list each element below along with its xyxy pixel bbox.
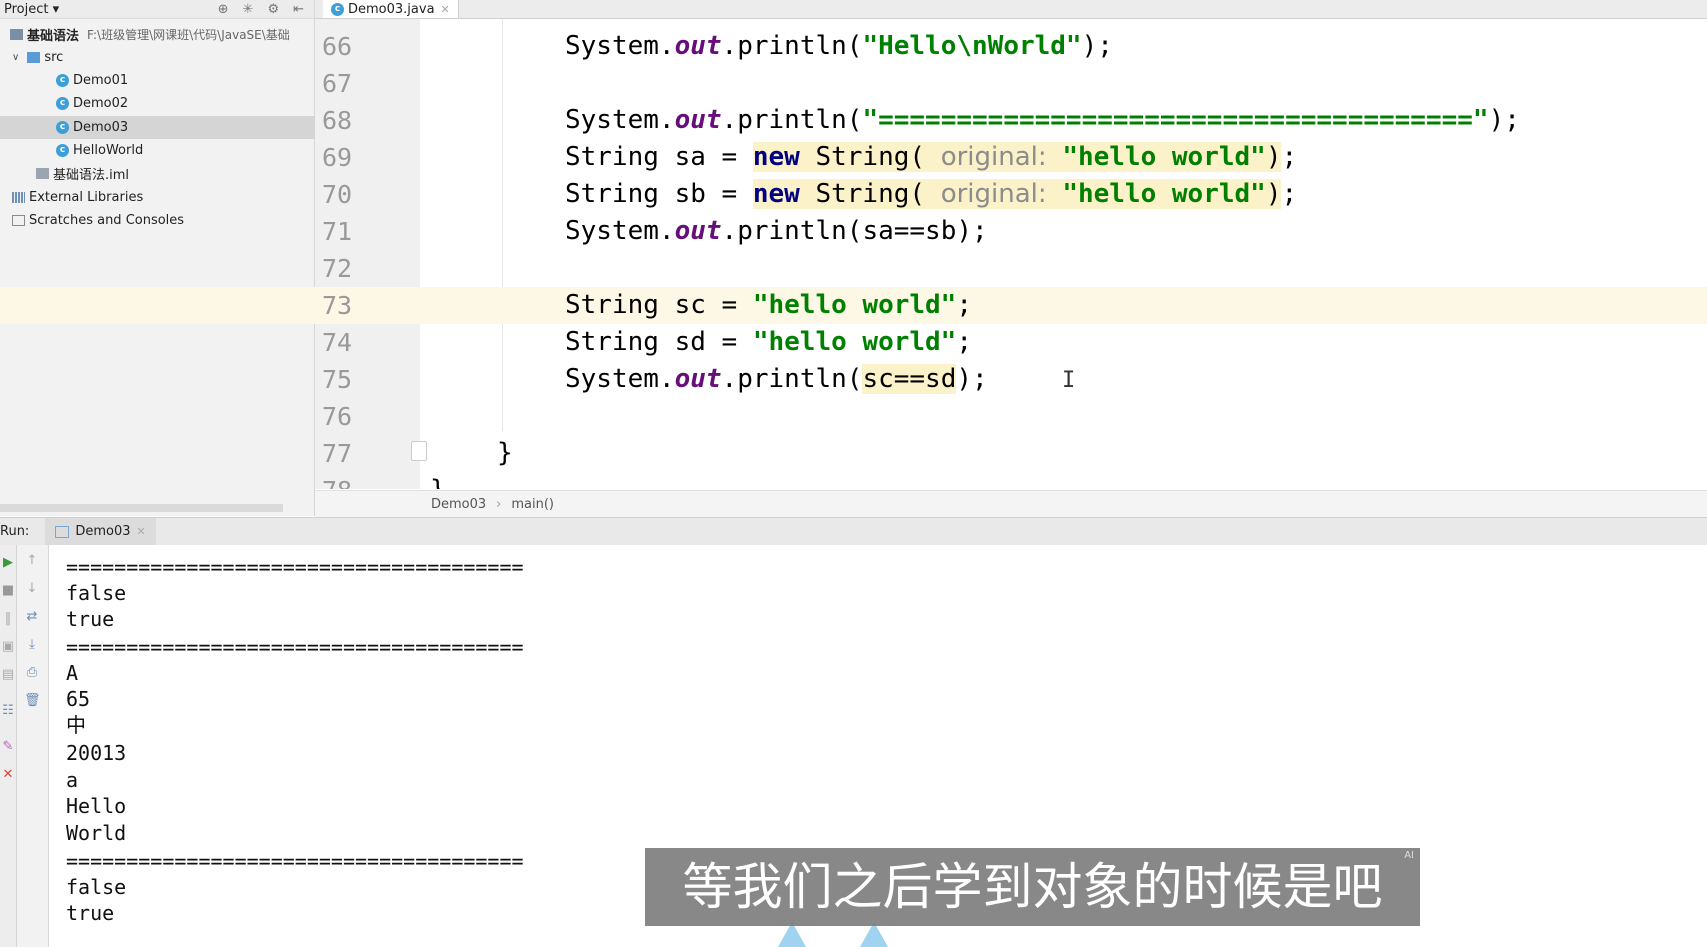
code-line: 70 String sb = new String( original: "he… (0, 176, 1707, 213)
gear-icon[interactable]: ⚙ (267, 2, 279, 17)
rerun-icon[interactable]: ▶ (0, 555, 16, 571)
close-run-icon[interactable]: ✕ (0, 767, 16, 783)
editor-tab-bar: c Demo03.java ✕ (315, 0, 1707, 19)
line-number: 74 (322, 328, 353, 357)
dump-icon[interactable]: ▣ (0, 639, 16, 655)
line-number: 75 (322, 365, 353, 394)
line-number: 73 (322, 291, 353, 320)
run-config-icon (55, 525, 70, 538)
console-line: a (66, 768, 79, 792)
java-class-icon: c (331, 2, 344, 16)
project-dropdown[interactable]: Project ▾ (4, 2, 59, 17)
console-line: Hello (66, 794, 127, 818)
code-line: 77 } (0, 435, 1707, 472)
pause-icon[interactable]: ‖ (0, 611, 16, 627)
code-line: 68 System.out.println("=================… (0, 102, 1707, 139)
code-line: 66 System.out.println("Hello\nWorld"); (0, 28, 1707, 65)
run-tool-window-header: Run: Demo03 ✕ (0, 517, 1707, 546)
line-number: 71 (322, 217, 353, 246)
code-line: 76 (0, 398, 1707, 435)
run-toolbar-primary: ▶ ■ ‖ ▣ ▤ ☷ ✎ ✕ (0, 545, 17, 947)
console-line: ====================================== (66, 635, 524, 659)
console-line: 中 (66, 713, 86, 737)
code-text: System.out.println(sc==sd); (565, 364, 988, 394)
trash-icon[interactable]: 🗑 (24, 693, 41, 709)
code-text: System.out.println("Hello\nWorld"); (565, 31, 1113, 61)
breadcrumb-method[interactable]: main() (511, 497, 554, 512)
project-horizontal-scrollbar[interactable] (0, 504, 283, 512)
run-label: Run: (0, 524, 30, 539)
console-line: false (66, 875, 127, 899)
code-line: 72 (0, 250, 1707, 287)
run-tab-demo03[interactable]: Demo03 ✕ (45, 518, 156, 545)
line-number: 67 (322, 69, 353, 98)
parameter-hint: original: (940, 179, 1047, 209)
video-subtitle: 等我们之后学到对象的时候是吧 AI (645, 848, 1420, 926)
collapse-icon[interactable]: ✳ (243, 2, 254, 17)
console-line: ====================================== (66, 849, 524, 873)
line-number: 68 (322, 106, 353, 135)
code-line: 75 System.out.println(sc==sd); (0, 361, 1707, 398)
line-number: 69 (322, 143, 353, 172)
locate-icon[interactable]: ⊕ (218, 2, 229, 17)
console-line: A (66, 661, 79, 685)
editor-tab-demo03[interactable]: c Demo03.java ✕ (323, 0, 459, 18)
code-line: 71 System.out.println(sa==sb); (0, 213, 1707, 250)
soft-wrap-icon[interactable]: ⇄ (24, 609, 40, 625)
up-arrow-icon[interactable]: ↑ (24, 553, 40, 569)
code-line: 78 } (0, 472, 1707, 489)
code-text: } (430, 472, 446, 489)
pin-icon[interactable]: ✎ (0, 739, 16, 755)
line-number: 66 (322, 32, 353, 61)
code-line: 74 String sd = "hello world"; (0, 324, 1707, 361)
code-text: String sa = new String( original: "hello… (565, 142, 1298, 172)
layout-icon[interactable]: ▤ (0, 667, 16, 683)
close-icon[interactable]: ✕ (441, 3, 450, 16)
code-text: String sd = "hello world"; (565, 327, 972, 357)
ai-watermark: AI (1404, 850, 1414, 861)
stop-icon[interactable]: ■ (0, 583, 16, 599)
fold-marker-icon[interactable] (411, 441, 427, 461)
console-line: 20013 (66, 741, 127, 765)
console-line: 65 (66, 687, 91, 711)
code-line: 69 String sa = new String( original: "he… (0, 139, 1707, 176)
close-icon[interactable]: ✕ (136, 525, 145, 538)
project-panel-header: Project ▾ ⊕ ✳ ⚙ ⇤ (0, 0, 314, 19)
code-text: System.out.println(sa==sb); (565, 216, 988, 246)
breadcrumb: Demo03 › main() (315, 490, 1707, 517)
console-line: true (66, 901, 115, 925)
console-line: false (66, 581, 127, 605)
line-number: 77 (322, 439, 353, 468)
settings-icon[interactable]: ☷ (0, 703, 16, 719)
code-line: 67 (0, 65, 1707, 102)
line-number: 72 (322, 254, 353, 283)
breadcrumb-separator: › (496, 496, 502, 512)
code-text: String sb = new String( original: "hello… (565, 179, 1298, 209)
scroll-to-end-icon[interactable]: ⤓ (24, 637, 40, 653)
code-text: } (497, 438, 513, 468)
line-number: 76 (322, 402, 353, 431)
print-icon[interactable]: ⎙ (24, 665, 40, 681)
down-arrow-icon[interactable]: ↓ (24, 581, 40, 597)
line-number: 78 (322, 472, 352, 489)
breadcrumb-class[interactable]: Demo03 (431, 497, 486, 512)
hide-panel-icon[interactable]: ⇤ (293, 2, 304, 17)
code-text: String sc = "hello world"; (565, 290, 972, 320)
current-code-line: 73 String sc = "hello world"; (0, 287, 1707, 324)
line-number: 70 (322, 180, 353, 209)
run-toolbar-secondary: ↑ ↓ ⇄ ⤓ ⎙ 🗑 (17, 545, 49, 947)
code-text: System.out.println("====================… (565, 105, 1520, 135)
console-line: ====================================== (66, 555, 524, 579)
console-line: true (66, 607, 115, 631)
text-cursor-icon: I (1062, 368, 1076, 393)
parameter-hint: original: (940, 142, 1047, 172)
console-line: World (66, 821, 127, 845)
